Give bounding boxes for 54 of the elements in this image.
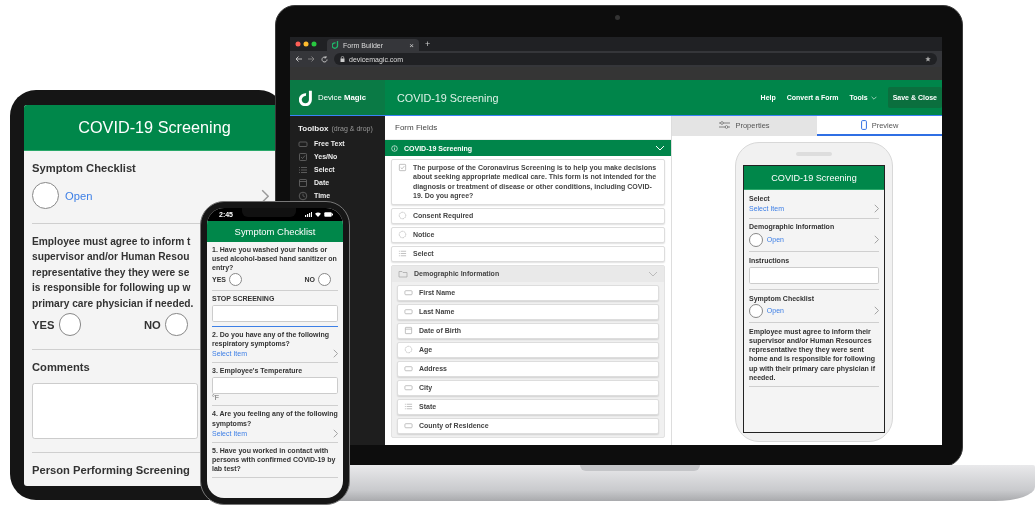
calendar-icon — [404, 326, 413, 336]
input-field[interactable] — [212, 377, 338, 394]
lock-icon — [340, 56, 345, 62]
field-label: Comments — [32, 360, 90, 376]
no-label: NO — [143, 318, 161, 331]
forward-icon[interactable] — [308, 56, 315, 62]
list-icon — [398, 249, 407, 259]
input-icon — [298, 138, 308, 149]
status-circle-icon — [32, 182, 59, 210]
no-radio[interactable] — [317, 273, 331, 287]
close-tab-button[interactable]: × — [409, 40, 414, 50]
form-title: COVID-19 Screening — [78, 118, 231, 137]
sliders-icon — [719, 121, 731, 129]
clock-icon — [298, 190, 308, 201]
list-icon — [404, 402, 413, 412]
logo-icon — [299, 89, 313, 106]
input-field[interactable] — [212, 305, 338, 322]
form-title: COVID-19 Screening — [771, 172, 857, 183]
page-title: COVID-19 Screening — [397, 91, 499, 104]
status-circle-icon — [749, 303, 763, 318]
toolbox-title: Toolbox — [298, 124, 329, 133]
input-field[interactable] — [749, 266, 879, 285]
input-field[interactable] — [32, 382, 198, 439]
yes-radio[interactable] — [58, 313, 82, 336]
list-icon — [298, 164, 308, 175]
circle-icon — [398, 230, 407, 240]
open-link[interactable]: Open — [65, 189, 93, 202]
field-label: Symptom Checklist — [32, 161, 136, 177]
input-icon — [404, 421, 413, 431]
circle-icon — [404, 345, 413, 355]
form-title: Symptom Checklist — [234, 226, 316, 237]
folder-icon — [398, 268, 408, 279]
reload-icon[interactable] — [321, 55, 328, 63]
checkbox-icon — [298, 151, 308, 162]
checkbox-icon — [398, 163, 407, 172]
chevron-down-icon[interactable] — [870, 94, 877, 101]
yes-label: YES — [32, 318, 55, 331]
calendar-icon — [298, 177, 308, 188]
battery-icon — [324, 212, 333, 217]
mobile-phone-icon — [860, 120, 867, 130]
tab-logo-icon — [332, 41, 339, 49]
back-icon[interactable] — [295, 56, 302, 62]
field-label: Employee must agree to inform t supervisor and/or Human Resou representative they they were se is responsible for following up w primary care physician if needed. — [32, 234, 194, 311]
wifi-icon — [315, 212, 321, 217]
info-icon — [391, 144, 398, 152]
star-icon[interactable] — [925, 56, 931, 62]
status-circle-icon — [749, 232, 763, 247]
no-radio[interactable] — [165, 313, 188, 336]
yes-radio[interactable] — [228, 273, 243, 287]
signal-icon — [305, 212, 312, 217]
circle-icon — [398, 211, 407, 221]
field-label: Person Performing Screening — [32, 463, 190, 479]
new-tab-button[interactable]: + — [425, 39, 431, 49]
camera-icon — [615, 15, 620, 20]
